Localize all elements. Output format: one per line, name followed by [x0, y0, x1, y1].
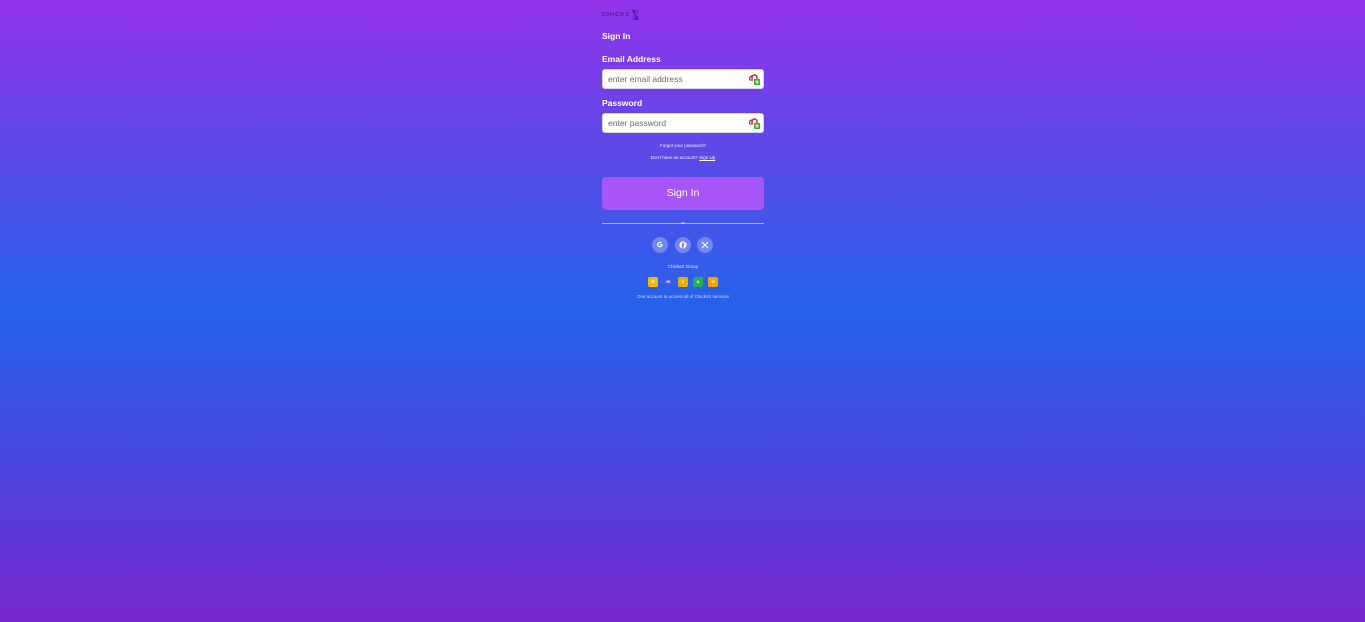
email-label: Email Address	[602, 54, 661, 64]
password-manager-icon[interactable]	[747, 116, 761, 130]
app-badge-label: A	[696, 279, 700, 284]
app-badge-label: $	[681, 279, 685, 284]
chicksx-logo[interactable]: CHICKS	[602, 9, 640, 21]
password-label: Password	[602, 98, 643, 108]
page-title: Sign In	[602, 31, 631, 41]
facebook-sign-in-button[interactable]	[675, 237, 691, 253]
google-icon	[657, 241, 663, 248]
logo-wordmark: CHICKS	[602, 12, 631, 18]
group-app-badge[interactable]: JK	[663, 277, 673, 287]
password-input[interactable]	[603, 114, 743, 132]
no-account-text: Don't have an account?	[650, 155, 698, 160]
logo-x-mark-icon	[632, 10, 640, 20]
x-icon	[701, 241, 709, 249]
group-title: ChicksX Group	[667, 264, 699, 269]
forgot-password-link[interactable]: Forgot your password?	[660, 143, 706, 148]
signup-link[interactable]: Sign Up	[699, 155, 715, 160]
signup-row: Don't have an account? Sign Up	[602, 155, 764, 161]
app-badge-label: JK	[665, 279, 671, 284]
x-sign-in-button[interactable]	[697, 237, 713, 253]
email-field-container	[602, 69, 764, 89]
group-app-badge[interactable]: $	[678, 277, 688, 287]
google-sign-in-button[interactable]	[652, 237, 668, 253]
group-app-badge[interactable]: M	[708, 277, 718, 287]
sign-in-button[interactable]: Sign In	[602, 177, 764, 210]
facebook-icon	[679, 241, 687, 249]
group-app-badge[interactable]: A	[693, 277, 703, 287]
group-app-badge[interactable]: M	[648, 277, 658, 287]
email-input[interactable]	[603, 70, 743, 88]
group-footer-text: One account to access all of ChicksX ser…	[636, 294, 730, 299]
divider-or-text: or	[681, 220, 685, 225]
app-badge-label: M	[711, 279, 715, 284]
app-badge-label: M	[651, 279, 655, 284]
password-field-container	[602, 113, 764, 133]
password-manager-icon[interactable]	[747, 72, 761, 86]
forgot-password-row: Forgot your password?	[602, 143, 764, 149]
